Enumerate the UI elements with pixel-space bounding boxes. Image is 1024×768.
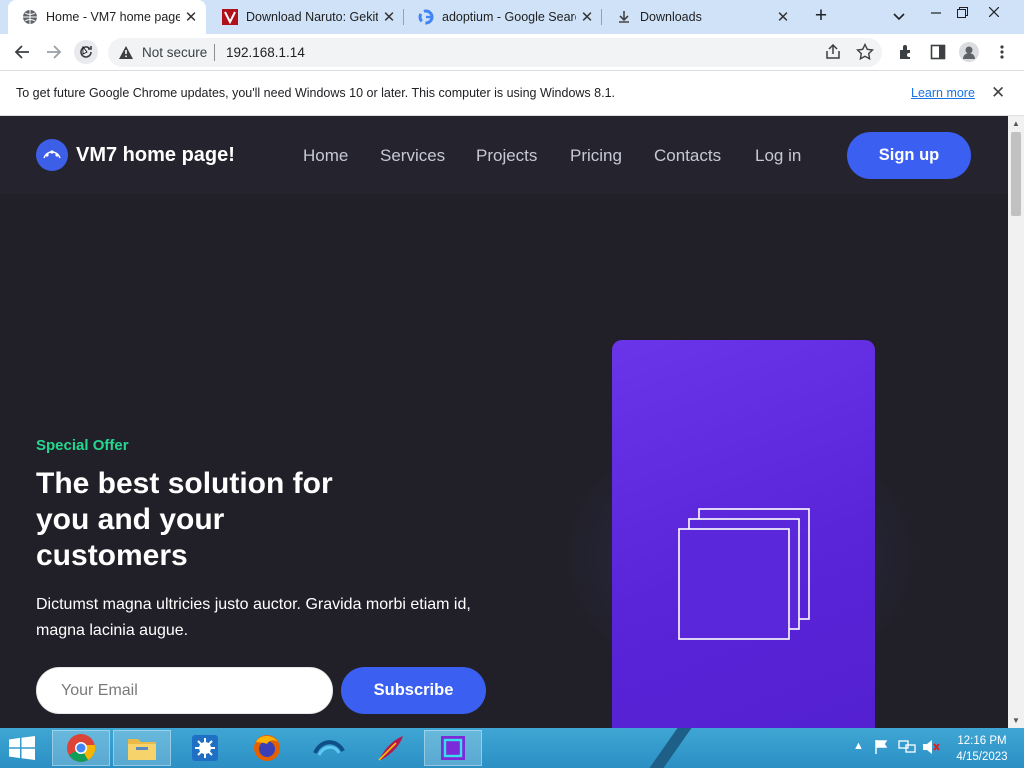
close-tab-icon[interactable]: ✕ bbox=[378, 8, 400, 26]
learn-more-link[interactable]: Learn more bbox=[911, 86, 975, 100]
close-window-button[interactable] bbox=[978, 0, 1010, 24]
infobar-message: To get future Google Chrome updates, you… bbox=[16, 86, 615, 100]
site-header: VM7 home page! Home Services Projects Pr… bbox=[0, 116, 1008, 194]
volume-muted-icon[interactable] bbox=[922, 739, 940, 758]
update-infobar: To get future Google Chrome updates, you… bbox=[0, 71, 1024, 116]
tab-home[interactable]: Home - VM7 home page! ✕ bbox=[8, 0, 206, 34]
site-logo-icon bbox=[222, 9, 238, 25]
hero-title: The best solution for you and your custo… bbox=[36, 467, 333, 572]
feather-app-icon[interactable] bbox=[362, 730, 420, 766]
taskbar-decoration bbox=[635, 728, 699, 768]
share-icon[interactable] bbox=[824, 43, 842, 65]
close-tab-icon[interactable]: ✕ bbox=[180, 8, 202, 26]
globe-icon bbox=[22, 9, 38, 25]
scroll-down-arrow-icon[interactable]: ▼ bbox=[1012, 716, 1020, 725]
tab-title: Home - VM7 home page! bbox=[46, 10, 180, 24]
tab-title: Download Naruto: Gekito bbox=[246, 10, 378, 24]
omnibox-divider bbox=[214, 44, 215, 61]
close-tab-icon[interactable]: ✕ bbox=[576, 8, 598, 26]
settings-app-icon[interactable] bbox=[176, 730, 234, 766]
nav-projects[interactable]: Projects bbox=[476, 146, 537, 166]
tab-adoptium[interactable]: adoptium - Google Searc ✕ bbox=[404, 0, 602, 34]
nav-services[interactable]: Services bbox=[380, 146, 445, 166]
email-input[interactable] bbox=[36, 667, 333, 714]
tab-title: adoptium - Google Searc bbox=[442, 10, 576, 24]
browser-toolbar: Not secure 192.168.1.14 bbox=[0, 34, 1024, 71]
nav-home[interactable]: Home bbox=[303, 146, 348, 166]
bookmark-star-icon[interactable] bbox=[855, 42, 875, 66]
file-explorer-icon[interactable] bbox=[113, 730, 171, 766]
google-icon bbox=[418, 9, 434, 25]
page-scrollbar[interactable]: ▲ ▼ bbox=[1008, 116, 1024, 728]
address-bar[interactable]: Not secure 192.168.1.14 bbox=[108, 38, 882, 67]
square-app-icon[interactable] bbox=[424, 730, 482, 766]
stacked-squares-icon bbox=[678, 508, 812, 663]
reload-icon[interactable] bbox=[74, 40, 98, 64]
windows-start-icon[interactable] bbox=[8, 736, 36, 765]
web-page: VM7 home page! Home Services Projects Pr… bbox=[0, 116, 1008, 728]
tab-downloads[interactable]: Downloads ✕ bbox=[602, 0, 798, 34]
nav-pricing[interactable]: Pricing bbox=[570, 146, 622, 166]
network-app-icon[interactable] bbox=[300, 730, 358, 766]
brand-logo-icon[interactable] bbox=[36, 139, 68, 171]
signup-button[interactable]: Sign up bbox=[847, 132, 971, 179]
tab-title: Downloads bbox=[640, 10, 702, 24]
scroll-up-arrow-icon[interactable]: ▲ bbox=[1012, 119, 1020, 128]
side-panel-icon[interactable] bbox=[926, 40, 950, 64]
close-tab-icon[interactable]: ✕ bbox=[772, 8, 794, 26]
tray-expand-icon[interactable]: ▲ bbox=[853, 740, 864, 752]
screen: Home - VM7 home page! ✕ Download Naruto:… bbox=[0, 0, 1024, 768]
back-arrow-icon[interactable] bbox=[10, 40, 34, 64]
tab-naruto[interactable]: Download Naruto: Gekito ✕ bbox=[208, 0, 404, 34]
download-icon bbox=[616, 9, 632, 25]
profile-avatar-icon[interactable] bbox=[957, 40, 981, 64]
hero-eyebrow: Special Offer bbox=[36, 437, 129, 454]
tab-strip: Home - VM7 home page! ✕ Download Naruto:… bbox=[0, 0, 1024, 34]
subscribe-button[interactable]: Subscribe bbox=[341, 667, 486, 714]
nav-login[interactable]: Log in bbox=[755, 146, 801, 166]
warning-icon[interactable] bbox=[118, 45, 134, 65]
scrollbar-thumb[interactable] bbox=[1011, 132, 1021, 216]
chrome-icon[interactable] bbox=[52, 730, 110, 766]
clock-time: 12:16 PM bbox=[957, 735, 1007, 747]
action-center-flag-icon[interactable] bbox=[874, 739, 890, 758]
clock-date: 4/15/2023 bbox=[956, 751, 1008, 763]
forward-arrow-icon[interactable] bbox=[42, 40, 66, 64]
kebab-menu-icon[interactable] bbox=[990, 40, 1014, 64]
windows-taskbar: ▲ 12:16 PM 4/15/2023 bbox=[0, 728, 1024, 768]
hero-description: Dictumst magna ultricies justo auctor. G… bbox=[36, 596, 471, 639]
nav-contacts[interactable]: Contacts bbox=[654, 146, 721, 166]
network-status-icon[interactable] bbox=[898, 739, 916, 758]
url-text[interactable]: 192.168.1.14 bbox=[226, 45, 305, 60]
tab-search-chevron-icon[interactable] bbox=[888, 6, 910, 28]
system-clock[interactable]: 12:16 PM 4/15/2023 bbox=[950, 733, 1014, 765]
new-tab-button[interactable]: + bbox=[808, 5, 834, 29]
brand-name[interactable]: VM7 home page! bbox=[76, 144, 235, 167]
extensions-icon[interactable] bbox=[894, 40, 918, 64]
security-label[interactable]: Not secure bbox=[142, 45, 207, 60]
close-icon[interactable]: ✕ bbox=[991, 83, 1005, 103]
firefox-icon[interactable] bbox=[238, 730, 296, 766]
restore-button[interactable] bbox=[946, 0, 978, 24]
